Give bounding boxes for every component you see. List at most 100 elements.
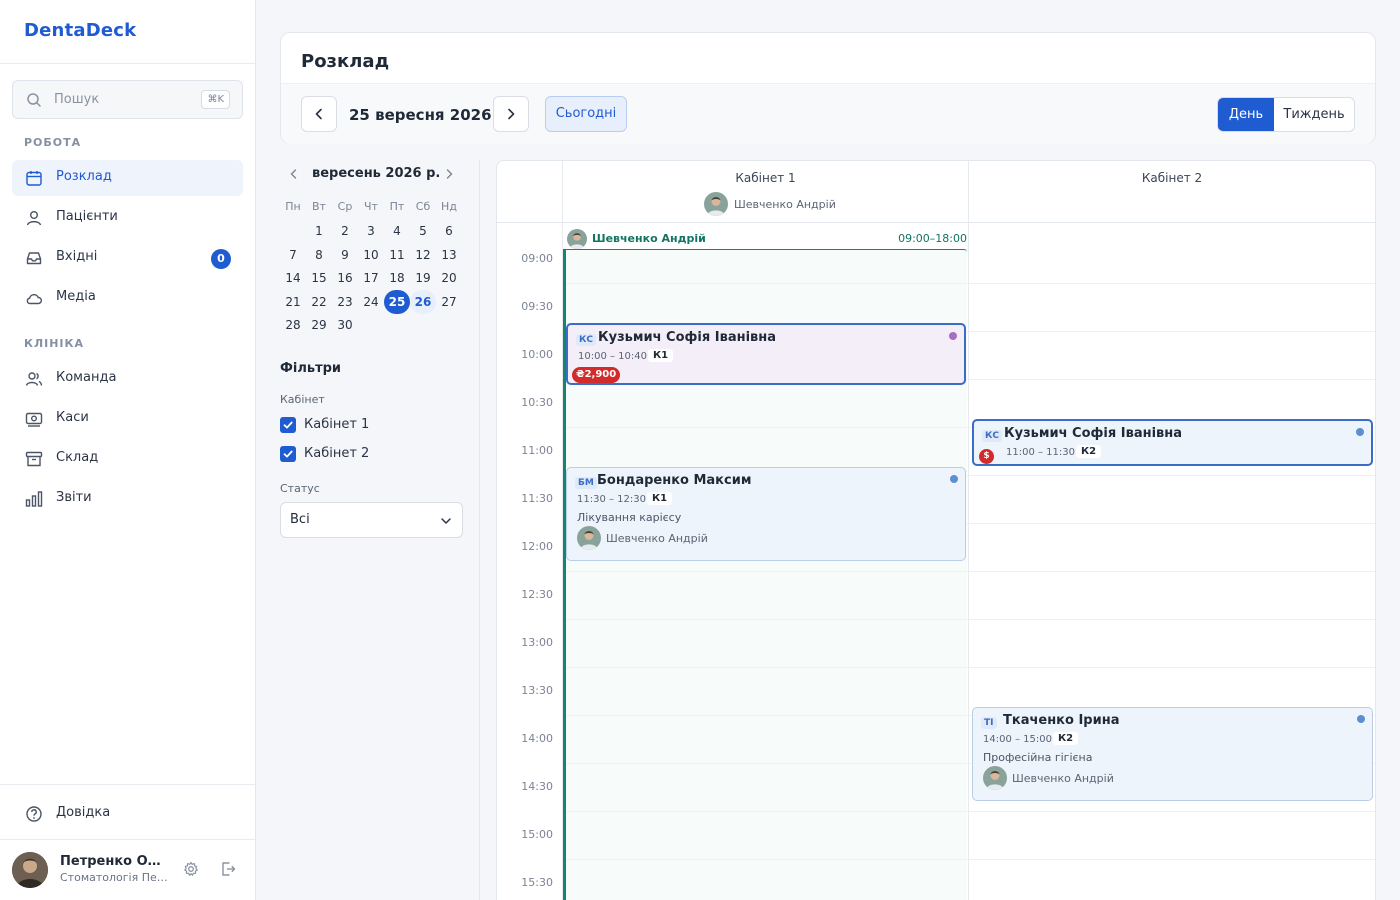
calendar-day[interactable]: 30 — [332, 313, 358, 337]
calendar-day[interactable]: 23 — [332, 290, 358, 314]
calendar-day[interactable]: 14 — [280, 266, 306, 290]
calendar-day[interactable]: 11 — [384, 243, 410, 267]
view-day-button[interactable]: День — [1218, 98, 1274, 131]
calendar-day[interactable]: 21 — [280, 290, 306, 314]
calendar-day[interactable]: 27 — [436, 290, 462, 314]
status-dot — [1356, 428, 1364, 436]
user-avatar[interactable] — [12, 852, 48, 888]
room-1-label[interactable]: Кабінет 1 — [304, 417, 369, 432]
calendar-day[interactable]: 6 — [436, 219, 462, 243]
calendar-day[interactable]: 28 — [280, 313, 306, 337]
sidebar-item-inbox[interactable]: Вхідні 0 — [12, 240, 243, 276]
calendar-day[interactable]: 20 — [436, 266, 462, 290]
calendar-icon — [26, 171, 42, 186]
doctor-avatar — [704, 192, 728, 216]
appointment-time: 11:00 – 11:30 — [1006, 447, 1075, 458]
calendar-day[interactable]: 22 — [306, 290, 332, 314]
room-badge: К1 — [648, 349, 674, 362]
archive-icon — [25, 451, 43, 467]
calendar-day[interactable]: 29 — [306, 313, 332, 337]
calendar-day[interactable]: 16 — [332, 266, 358, 290]
gear-icon[interactable] — [182, 860, 200, 878]
appointment-card[interactable]: БМ Бондаренко Максим 11:30 – 12:30 К1 Лікува… — [566, 467, 966, 561]
schedule-columns-header: Кабінет 1 Кабінет 2 Шевченко Андрій — [497, 161, 1375, 223]
calendar-day[interactable]: 17 — [358, 266, 384, 290]
calendar-day[interactable]: 15 — [306, 266, 332, 290]
time-slot-label: 10:00 — [521, 348, 553, 361]
page-title: Розклад — [301, 51, 390, 72]
users-icon — [26, 211, 42, 226]
time-slot-label: 15:30 — [521, 876, 553, 889]
room-2-checkbox[interactable] — [280, 446, 296, 462]
sidebar-item-label: Довідка — [56, 805, 111, 820]
next-day-button[interactable] — [493, 96, 529, 132]
sidebar-item-reports[interactable]: Звіти — [12, 481, 243, 517]
sidebar-item-label: Розклад — [56, 169, 112, 184]
sidebar-item-team[interactable]: Команда — [12, 361, 243, 397]
appointment-time: 14:00 – 15:00 — [983, 734, 1052, 745]
chevron-left-icon[interactable] — [288, 168, 300, 180]
chevron-right-icon[interactable] — [443, 168, 455, 180]
unpaid-badge: $ — [979, 449, 994, 464]
calendar-day[interactable]: 5 — [410, 219, 436, 243]
calendar-day[interactable]: 7 — [280, 243, 306, 267]
appointment-card[interactable]: КС Кузьмич Софія Іванівна 11:00 – 11:30 К2 $ — [972, 419, 1373, 466]
calendar-day[interactable]: 9 — [332, 243, 358, 267]
appointment-doctor: Шевченко Андрій — [577, 526, 708, 550]
section-label-clinic: КЛІНІКА — [24, 337, 85, 350]
sidebar-item-warehouse[interactable]: Склад — [12, 441, 243, 477]
status-select[interactable]: Всі — [280, 502, 463, 538]
calendar-day[interactable]: 13 — [436, 243, 462, 267]
sidebar-item-label: Склад — [56, 450, 99, 465]
inbox-icon — [26, 252, 42, 265]
calendar-day[interactable]: 2 — [332, 219, 358, 243]
calendar-day[interactable]: 24 — [358, 290, 384, 314]
sidebar-item-media[interactable]: Медіа — [12, 280, 243, 316]
sidebar-item-cash[interactable]: Каси — [12, 401, 243, 437]
room-2-label[interactable]: Кабінет 2 — [304, 446, 369, 461]
calendar-day[interactable]: 18 — [384, 266, 410, 290]
today-button[interactable]: Сьогодні — [545, 96, 627, 132]
calendar-day[interactable]: 3 — [358, 219, 384, 243]
sidebar-item-help[interactable]: Довідка — [12, 796, 243, 832]
prev-day-button[interactable] — [301, 96, 337, 132]
shift-doctor-name[interactable]: Шевченко Андрій — [592, 232, 706, 245]
logout-icon[interactable] — [219, 860, 237, 878]
time-slot-label: 12:00 — [521, 540, 553, 553]
doctor-avatar — [577, 526, 601, 550]
sidebar-item-label: Вхідні — [56, 249, 98, 264]
room-badge: К2 — [1076, 445, 1102, 458]
appointment-doctor: Шевченко Андрій — [983, 766, 1114, 790]
calendar-day[interactable]: 26 — [410, 289, 436, 314]
calendar-day[interactable]: 10 — [358, 243, 384, 267]
column-title-room-2: Кабінет 2 — [1141, 171, 1203, 185]
appointment-card[interactable]: ТІ Ткаченко Ірина 14:00 – 15:00 К2 Професійн… — [972, 707, 1373, 801]
calendar-day[interactable]: 12 — [410, 243, 436, 267]
app-logo[interactable]: DentaDeck — [24, 20, 136, 41]
time-slot-label: 14:00 — [521, 732, 553, 745]
help-icon — [26, 806, 42, 822]
sidebar-item-label: Каси — [56, 410, 89, 425]
sidebar-item-patients[interactable]: Пацієнти — [12, 200, 243, 236]
calendar-day[interactable]: 8 — [306, 243, 332, 267]
calendar-day[interactable]: 4 — [384, 219, 410, 243]
column-title-room-1: Кабінет 1 — [735, 171, 796, 185]
time-slot-line — [563, 667, 1375, 668]
check-icon — [283, 450, 293, 458]
appointment-card[interactable]: КС Кузьмич Софія Іванівна 10:00 – 10:40 К1 ₴… — [566, 323, 966, 385]
search-box[interactable]: Пошук ⌘K — [12, 80, 243, 119]
search-input[interactable]: Пошук — [54, 92, 99, 107]
room-1-checkbox[interactable] — [280, 417, 296, 433]
calendar-day[interactable]: 1 — [306, 219, 332, 243]
calendar-day[interactable]: 25 — [384, 289, 410, 314]
search-shortcut: ⌘K — [201, 90, 230, 109]
chevron-down-icon — [441, 518, 451, 524]
doctor-name: Шевченко Андрій — [606, 531, 708, 545]
sidebar-item-label: Пацієнти — [56, 209, 118, 224]
calendar-day[interactable]: 19 — [410, 266, 436, 290]
inbox-count-badge: 0 — [211, 249, 231, 269]
patient-initials: КС — [576, 334, 596, 346]
sidebar-item-schedule[interactable]: Розклад — [12, 160, 243, 196]
view-week-button[interactable]: Тиждень — [1274, 98, 1354, 131]
patient-name: Бондаренко Максим — [597, 473, 752, 488]
